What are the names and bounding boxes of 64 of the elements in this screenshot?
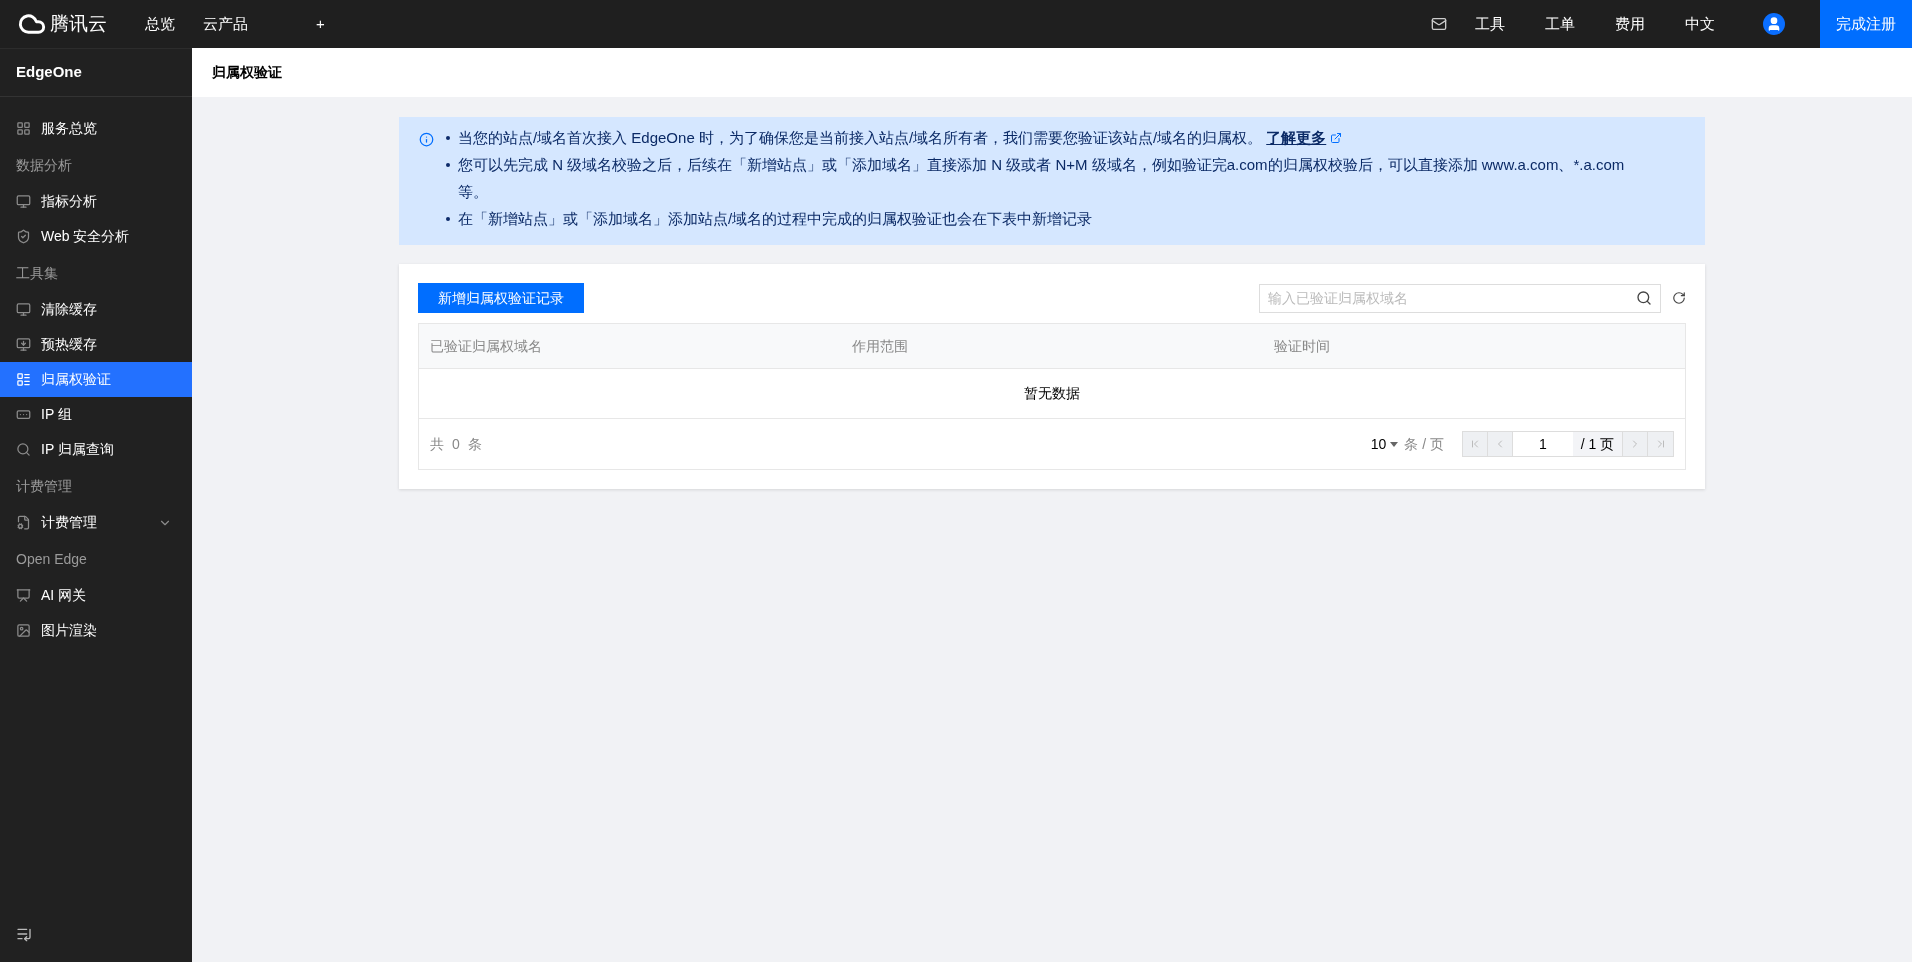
sidebar-item[interactable]: IP 组: [0, 397, 192, 432]
sidebar-item[interactable]: 指标分析: [0, 184, 192, 219]
bullet-icon: [446, 217, 450, 221]
nav-link[interactable]: +: [302, 12, 339, 36]
logo-text: 腾讯云: [50, 11, 107, 36]
page-size-select[interactable]: 10: [1370, 433, 1399, 455]
sidebar-group-label: 工具集: [16, 263, 58, 283]
document-gear-icon: [16, 515, 31, 530]
page-size-unit: 条 / 页: [1404, 434, 1444, 454]
monitor-icon: [16, 194, 31, 209]
register-button[interactable]: 完成注册: [1820, 0, 1912, 48]
top-menu-link[interactable]: 中文: [1685, 12, 1715, 36]
sidebar-item[interactable]: 预热缓存: [0, 327, 192, 362]
top-menu-link[interactable]: 费用: [1615, 12, 1645, 36]
page-title: 归属权验证: [212, 63, 282, 82]
caret-down-icon: [1390, 441, 1399, 447]
column-header: 已验证归属权域名: [430, 338, 542, 354]
list-icon: [16, 372, 31, 387]
column-header: 验证时间: [1274, 338, 1330, 354]
sidebar-group-label: 计费管理: [16, 476, 72, 496]
notice-text: 在「新增站点」或「添加域名」添加站点/域名的过程中完成的归属权验证也会在下表中新增记录: [458, 209, 1093, 229]
rectangle-icon: [16, 407, 31, 422]
sidebar-item[interactable]: Web 安全分析: [0, 219, 192, 254]
first-page-icon: [1469, 438, 1481, 450]
top-menu-link[interactable]: 工单: [1545, 12, 1575, 36]
page-count: / 1 页: [1573, 432, 1623, 456]
sidebar-group-label: Open Edge: [16, 549, 87, 569]
grid-icon: [16, 121, 31, 136]
top-menu-link[interactable]: 工具: [1475, 12, 1505, 36]
presentation-icon: [16, 588, 31, 603]
sidebar-item[interactable]: AI 网关: [0, 578, 192, 613]
mail-icon[interactable]: [1431, 16, 1447, 32]
notice-text: 当您的站点/域名首次接入 EdgeOne 时，为了确保您是当前接入站点/域名所有者，我们需要您验证该站点/域名的归属权。 了解更多: [458, 124, 1343, 151]
product-title: EdgeOne: [16, 62, 82, 83]
sidebar-item[interactable]: IP 归属查询: [0, 432, 192, 467]
refresh-icon[interactable]: [1672, 291, 1686, 305]
sidebar-group-label: 数据分析: [16, 155, 72, 175]
shield-icon: [16, 229, 31, 244]
learn-more-link[interactable]: 了解更多: [1266, 124, 1343, 151]
search-field[interactable]: 输入已验证归属权域名: [1259, 283, 1661, 313]
collapse-menu-icon[interactable]: [16, 926, 32, 942]
search-icon[interactable]: [1636, 290, 1652, 306]
column-header: 作用范围: [852, 338, 908, 354]
search-input[interactable]: 输入已验证归属权域名: [1268, 287, 1636, 309]
sidebar-item[interactable]: 服务总览: [0, 111, 192, 146]
monitor-icon: [16, 302, 31, 317]
search-icon: [16, 442, 31, 457]
info-icon: [419, 132, 434, 147]
sidebar-item[interactable]: 计费管理: [0, 505, 192, 540]
empty-text: 暂无数据: [1024, 384, 1080, 403]
external-link-icon: [1330, 131, 1343, 144]
image-icon: [16, 623, 31, 638]
bullet-icon: [446, 136, 450, 140]
bullet-icon: [446, 163, 450, 167]
notice-text: 您可以先完成 N 级域名校验之后，后续在「新增站点」或「添加域名」直接添加 N 级或者 N+M 级域名，例如验证完a.com的归属权校验后，可以直接添加 www.a.com、*.a.com 等。: [458, 155, 1626, 202]
nav-link[interactable]: 云产品: [189, 12, 262, 36]
sidebar-item[interactable]: 清除缓存: [0, 292, 192, 327]
sidebar-item[interactable]: 归属权验证: [0, 362, 192, 397]
monitor-download-icon: [16, 337, 31, 352]
nav-link[interactable]: 总览: [131, 12, 189, 36]
add-record-button[interactable]: 新增归属权验证记录: [418, 283, 584, 313]
total-count: 共 0 条: [430, 434, 484, 454]
avatar-icon[interactable]: [1763, 13, 1785, 35]
sidebar-item[interactable]: 图片渲染: [0, 613, 192, 648]
